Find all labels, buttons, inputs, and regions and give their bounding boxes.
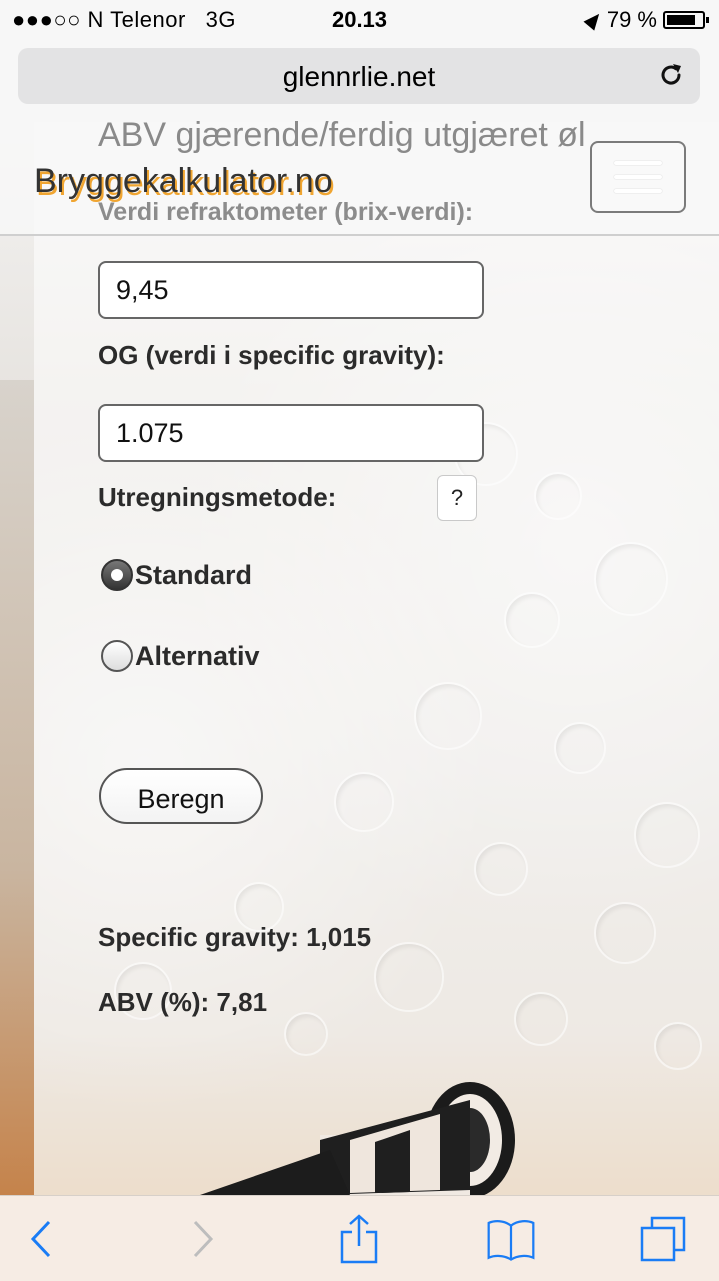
method-label: Utregningsmetode: [98,482,337,512]
forward-icon[interactable] [178,1214,228,1264]
status-right: 79 % [583,7,709,33]
share-icon[interactable] [334,1214,384,1264]
brix-input[interactable] [98,261,484,319]
calculate-button[interactable]: Beregn [99,768,263,824]
browser-url-area: glennrlie.net [0,40,719,122]
browser-toolbar [0,1195,719,1281]
status-bar: ●●●○○ N Telenor 3G 20.13 79 % [0,0,719,40]
radio-label-alternativ: Alternativ [135,640,260,671]
bookmarks-icon[interactable] [486,1214,536,1264]
radio-standard[interactable]: Standard [101,559,252,591]
background-edge [0,380,34,1195]
beer-tap-image [200,1082,515,1195]
menu-toggle-button[interactable] [590,141,686,213]
radio-button[interactable] [101,640,133,672]
url-text[interactable]: glennrlie.net [18,61,700,93]
radio-label-standard: Standard [135,559,253,590]
back-icon[interactable] [16,1214,66,1264]
brix-label: Verdi refraktometer (brix-verdi): [98,198,474,226]
result-specific-gravity: Specific gravity: 1,015 [98,922,372,952]
hamburger-line [614,189,662,193]
hamburger-line [614,161,662,165]
battery-icon [663,11,709,29]
og-input[interactable] [98,404,484,462]
og-label: OG (verdi i specific gravity): [98,340,445,370]
tabs-icon[interactable] [638,1214,688,1264]
reload-icon[interactable] [656,60,686,90]
hamburger-line [614,175,662,179]
radio-alternativ[interactable]: Alternativ [101,640,260,672]
battery-percent: 79 % [606,7,657,32]
radio-button-checked[interactable] [101,559,133,591]
address-bar[interactable]: glennrlie.net [18,48,700,104]
location-arrow-icon [583,9,605,31]
site-navbar: ABV gjærende/ferdig utgjæret øl Bryggeka… [0,116,719,236]
result-abv: ABV (%): 7,81 [98,987,268,1017]
help-button[interactable]: ? [437,475,477,521]
brand-link[interactable]: Bryggekalkulator.no [34,162,333,201]
page-heading: ABV gjærende/ferdig utgjæret øl [98,116,586,154]
